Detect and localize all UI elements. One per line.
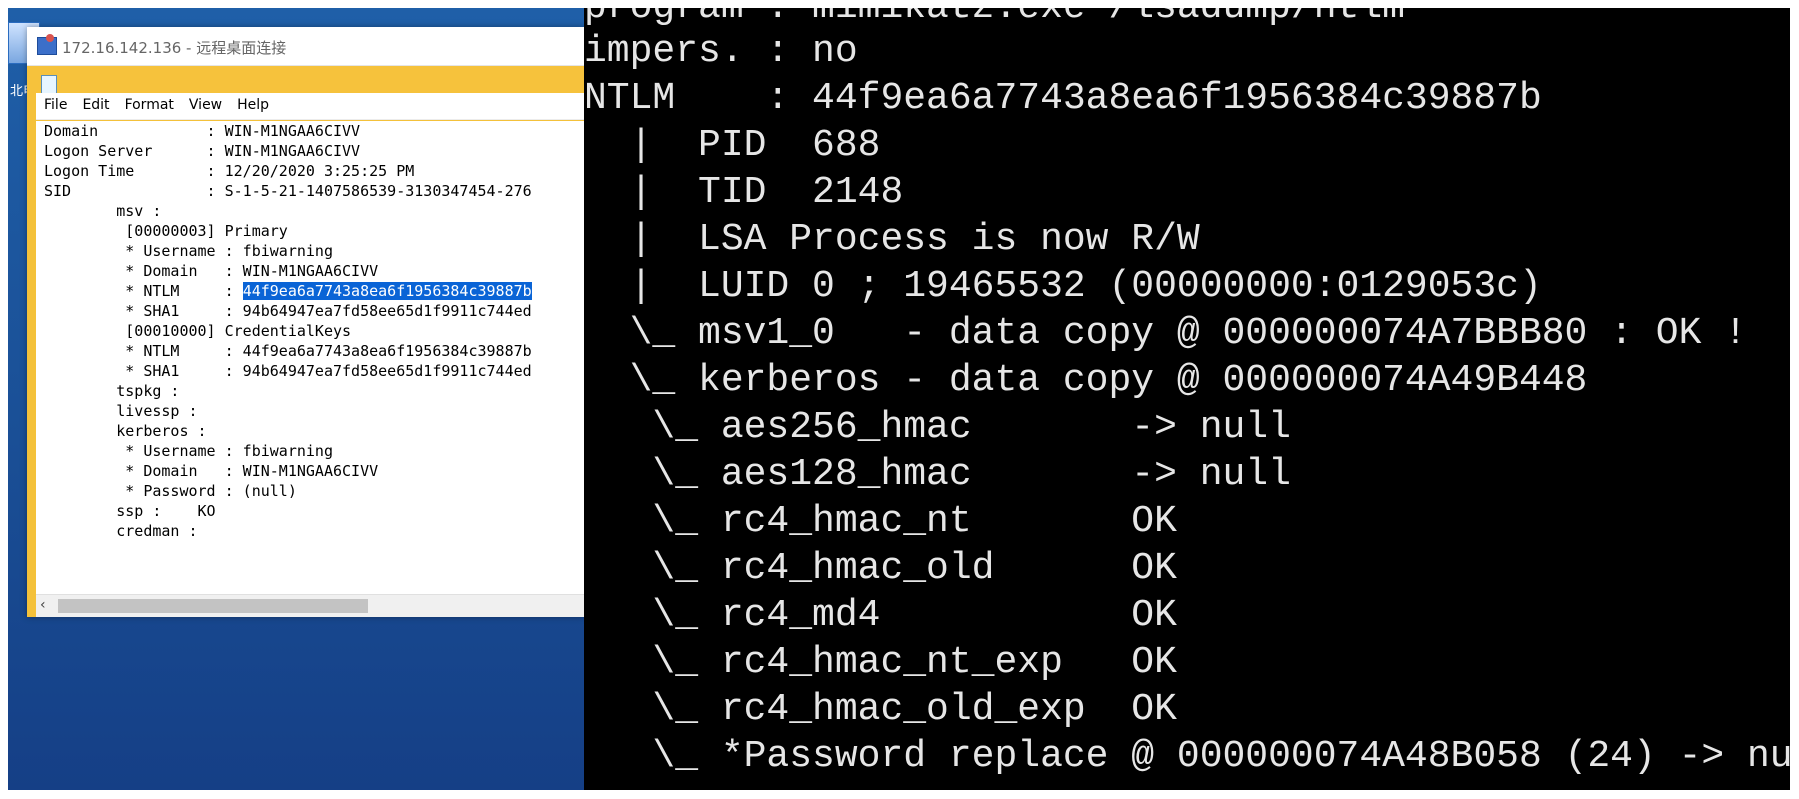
- scrollbar-thumb[interactable]: [58, 599, 368, 613]
- notepad-icon: [41, 75, 57, 94]
- horizontal-scrollbar[interactable]: ‹: [36, 594, 584, 617]
- text-line: SID : S-1-5-21-1407586539-3130347454-276: [44, 182, 532, 200]
- text-line: [00000003] Primary: [44, 222, 288, 240]
- terminal-line: \_ rc4_md4 OK: [584, 594, 1177, 637]
- text-line: livessp :: [44, 402, 198, 420]
- text-line: * Username : fbiwarning: [44, 242, 333, 260]
- terminal-line: \_ rc4_hmac_nt_exp OK: [584, 641, 1177, 684]
- remote-desktop-window: 172.16.142.136 - 远程桌面连接 File Edit Format Vi…: [27, 27, 584, 617]
- menu-format[interactable]: Format: [125, 93, 174, 113]
- menu-help[interactable]: Help: [237, 93, 269, 113]
- terminal-window[interactable]: program : mimikatz.exe /lsadump/ntlm imp…: [584, 8, 1790, 790]
- text-line: Logon Server : WIN-M1NGAA6CIVV: [44, 142, 361, 160]
- notepad-text-area[interactable]: Domain : WIN-M1NGAA6CIVV Logon Server : …: [36, 121, 584, 595]
- terminal-line: | LUID 0 ; 19465532 (00000000:0129053c): [584, 265, 1542, 308]
- text-line: credman :: [44, 522, 198, 540]
- terminal-line: \_ rc4_hmac_old_exp OK: [584, 688, 1177, 731]
- terminal-line: | TID 2148: [584, 171, 904, 214]
- text-line: * NTLM : 44f9ea6a7743a8ea6f1956384c39887…: [44, 342, 532, 360]
- rdp-window-title: 172.16.142.136 - 远程桌面连接: [62, 39, 287, 57]
- text-line: [00010000] CredentialKeys: [44, 322, 352, 340]
- terminal-line: \_ *Password replace @ 000000074A48B058 …: [584, 735, 1790, 778]
- terminal-line: \_ aes256_hmac -> null: [584, 406, 1291, 449]
- terminal-line: | LSA Process is now R/W: [584, 218, 1200, 261]
- ntlm-label: * NTLM :: [44, 282, 243, 300]
- terminal-line: \_ aes128_hmac -> null: [584, 453, 1291, 496]
- terminal-line: \_ rc4_hmac_old OK: [584, 547, 1177, 590]
- remote-desktop-icon: [37, 34, 57, 55]
- text-line: kerberos :: [44, 422, 207, 440]
- text-line: Domain : WIN-M1NGAA6CIVV: [44, 122, 361, 140]
- text-line: * SHA1 : 94b64947ea7fd58ee65d1f9911c744e…: [44, 302, 532, 320]
- text-line: * Username : fbiwarning: [44, 442, 333, 460]
- rdp-titlebar[interactable]: 172.16.142.136 - 远程桌面连接: [27, 27, 584, 66]
- text-line: * SHA1 : 94b64947ea7fd58ee65d1f9911c744e…: [44, 362, 532, 380]
- text-line: Logon Time : 12/20/2020 3:25:25 PM: [44, 162, 415, 180]
- terminal-line: | PID 688: [584, 124, 881, 167]
- terminal-line: NTLM : 44f9ea6a7743a8ea6f1956384c39887b: [584, 77, 1542, 120]
- text-line-ntlm: * NTLM : 44f9ea6a7743a8ea6f1956384c39887…: [44, 281, 532, 301]
- text-line: tspkg :: [44, 382, 180, 400]
- text-line: * Domain : WIN-M1NGAA6CIVV: [44, 462, 379, 480]
- terminal-line: \_ kerberos - data copy @ 000000074A49B4…: [584, 359, 1588, 402]
- terminal-line: \_ rc4_hmac_nt OK: [584, 500, 1177, 543]
- terminal-line: \_ msv1_0 - data copy @ 000000074A7BBB80…: [584, 312, 1747, 355]
- scroll-left-icon[interactable]: ‹: [40, 597, 46, 613]
- menu-view[interactable]: View: [189, 93, 222, 113]
- terminal-line: impers. : no: [584, 30, 858, 73]
- text-line: ssp : KO: [44, 502, 216, 520]
- notepad-menubar: File Edit Format View Help: [36, 93, 584, 120]
- menu-edit[interactable]: Edit: [82, 93, 109, 113]
- terminal-line-partial: program : mimikatz.exe /lsadump/ntlm: [584, 8, 1405, 30]
- text-line: * Password : (null): [44, 482, 297, 500]
- menu-file[interactable]: File: [44, 93, 67, 113]
- text-line: * Domain : WIN-M1NGAA6CIVV: [44, 262, 379, 280]
- text-line: msv :: [44, 202, 162, 220]
- selected-ntlm-hash[interactable]: 44f9ea6a7743a8ea6f1956384c39887b: [242, 282, 532, 300]
